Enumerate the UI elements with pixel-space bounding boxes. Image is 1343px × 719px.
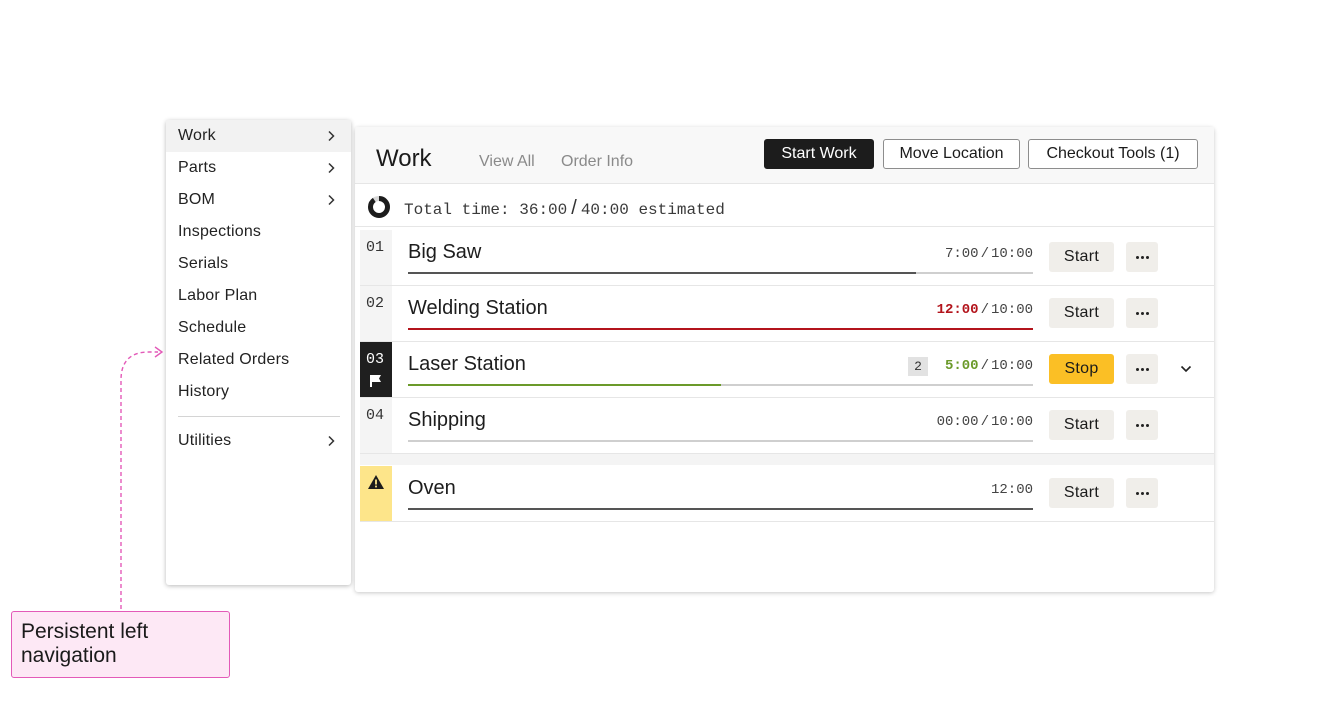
operation-row[interactable]: 02 Welding Station 12:00/10:00 Start	[360, 286, 1214, 342]
operation-row-active[interactable]: 03 Laser Station 2 5:00/10:00 Stop	[360, 342, 1214, 398]
total-time-label: Total time:	[404, 201, 510, 219]
menu-item-bom[interactable]: BOM	[166, 184, 351, 216]
chevron-right-icon	[328, 435, 335, 447]
page-title: Work	[376, 145, 432, 172]
view-all-link[interactable]: View All	[479, 153, 535, 171]
move-location-button[interactable]: Move Location	[883, 139, 1020, 169]
warning-cell	[360, 466, 392, 521]
operation-progress-bar	[408, 328, 1033, 330]
operation-number: 01	[360, 230, 392, 285]
operation-time: 00:00/10:00	[936, 414, 1033, 430]
operation-number: 03	[360, 342, 392, 397]
operation-time: 12:00	[990, 482, 1033, 498]
left-navigation-menu: Work Parts BOM Inspections Serials Labor…	[166, 120, 351, 585]
operation-row-warning[interactable]: Oven 12:00 Start	[360, 466, 1214, 522]
more-options-button[interactable]	[1126, 242, 1158, 272]
operation-progress-bar	[408, 508, 1033, 510]
operation-number: 04	[360, 398, 392, 453]
operation-name: Laser Station	[408, 353, 526, 375]
menu-item-labor-plan[interactable]: Labor Plan	[166, 280, 351, 312]
section-divider	[360, 454, 1214, 465]
menu-item-serials[interactable]: Serials	[166, 248, 351, 280]
more-options-button[interactable]	[1126, 354, 1158, 384]
chevron-right-icon	[328, 130, 335, 142]
total-time-suffix: estimated	[638, 201, 725, 219]
more-options-button[interactable]	[1126, 298, 1158, 328]
menu-item-related-orders[interactable]: Related Orders	[166, 344, 351, 376]
operator-count-badge: 2	[908, 357, 928, 376]
operation-name: Oven	[408, 477, 456, 499]
menu-divider	[178, 416, 340, 417]
chevron-right-icon	[328, 162, 335, 174]
panel-header: Work View All Order Info Start Work Move…	[355, 127, 1214, 184]
operation-progress-bar	[408, 440, 1033, 442]
total-time-actual: 36:00	[519, 201, 568, 219]
flag-icon	[370, 375, 381, 387]
start-button[interactable]: Start	[1049, 410, 1114, 440]
operation-name: Shipping	[408, 409, 486, 431]
menu-item-utilities[interactable]: Utilities	[166, 425, 351, 457]
menu-item-schedule[interactable]: Schedule	[166, 312, 351, 344]
operation-name: Big Saw	[408, 241, 482, 263]
work-panel: Work View All Order Info Start Work Move…	[355, 127, 1214, 592]
start-button[interactable]: Start	[1049, 478, 1114, 508]
operation-row[interactable]: 04 Shipping 00:00/10:00 Start	[360, 398, 1214, 454]
checkout-tools-button[interactable]: Checkout Tools (1)	[1028, 139, 1198, 169]
total-time-row: Total time: 36:00 / 40:00 estimated	[355, 184, 1214, 227]
operation-time: 5:00/10:00	[944, 358, 1033, 374]
operation-progress-bar	[408, 272, 1033, 274]
more-options-button[interactable]	[1126, 410, 1158, 440]
operation-time: 7:00/10:00	[944, 246, 1033, 262]
menu-item-inspections[interactable]: Inspections	[166, 216, 351, 248]
total-time-estimated: 40:00	[580, 201, 629, 219]
annotation-callout: Persistent left navigation	[11, 611, 230, 678]
stop-button[interactable]: Stop	[1049, 354, 1114, 384]
total-time-text: Total time: 36:00 / 40:00 estimated	[404, 197, 725, 219]
start-work-button[interactable]: Start Work	[764, 139, 874, 169]
menu-item-work[interactable]: Work	[166, 120, 351, 152]
chevron-down-icon[interactable]	[1180, 364, 1192, 374]
progress-donut-icon	[368, 196, 390, 218]
warning-icon	[368, 475, 384, 489]
operation-time: 12:00/10:00	[936, 302, 1033, 318]
operation-row[interactable]: 01 Big Saw 7:00/10:00 Start	[360, 230, 1214, 286]
chevron-right-icon	[328, 194, 335, 206]
operation-progress-bar	[408, 384, 1033, 386]
operation-name: Welding Station	[408, 297, 548, 319]
order-info-link[interactable]: Order Info	[561, 153, 633, 171]
start-button[interactable]: Start	[1049, 242, 1114, 272]
more-options-button[interactable]	[1126, 478, 1158, 508]
menu-item-parts[interactable]: Parts	[166, 152, 351, 184]
menu-item-history[interactable]: History	[166, 376, 351, 408]
operation-number: 02	[360, 286, 392, 341]
start-button[interactable]: Start	[1049, 298, 1114, 328]
